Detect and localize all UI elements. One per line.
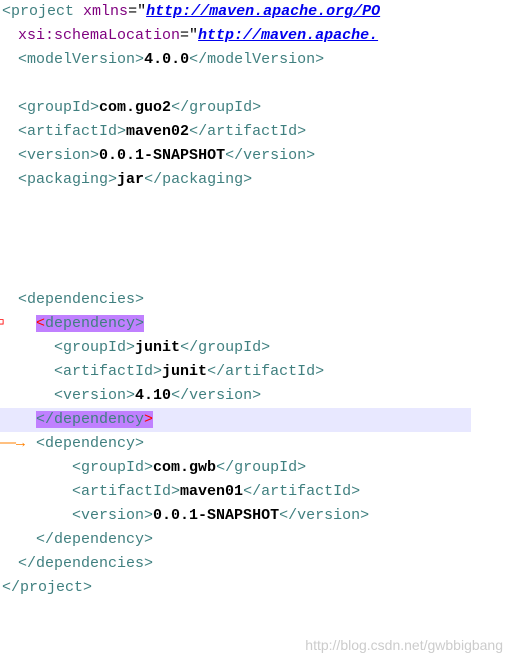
tag-name: packaging [27, 171, 108, 188]
tag-bracket: < [2, 3, 11, 20]
code-line: <modelVersion>4.0.0</modelVersion> [0, 48, 507, 72]
blank-line [0, 264, 507, 288]
code-line: <artifactId>maven01</artifactId> [0, 480, 507, 504]
error-marker-icon: ⊐ [0, 312, 4, 336]
tag-value: 4.10 [135, 387, 171, 404]
tag-name: project [11, 3, 74, 20]
code-line: <groupId>com.guo2</groupId> [0, 96, 507, 120]
code-line: <dependencies> [0, 288, 507, 312]
code-line: <artifactId>junit</artifactId> [0, 360, 507, 384]
highlighted-tag: dependency [45, 315, 135, 332]
tag-name: project [20, 579, 83, 596]
tag-name: dependency [45, 435, 135, 452]
arrow-icon: ――→ [0, 432, 25, 456]
code-line: <artifactId>maven02</artifactId> [0, 120, 507, 144]
code-line: <version>0.0.1-SNAPSHOT</version> [0, 144, 507, 168]
code-line: <version>4.10</version> [0, 384, 507, 408]
tag-value: jar [117, 171, 144, 188]
tag-value: maven02 [126, 123, 189, 140]
tag-value: 0.0.1-SNAPSHOT [99, 147, 225, 164]
tag-name: groupId [27, 99, 90, 116]
tag-name: version [63, 387, 126, 404]
tag-value: com.gwb [153, 459, 216, 476]
tag-value: com.guo2 [99, 99, 171, 116]
tag-value: junit [135, 339, 180, 356]
url-link[interactable]: http://maven.apache. [198, 27, 378, 44]
code-editor: <project xmlns="http://maven.apache.org/… [0, 0, 507, 660]
blank-line [0, 192, 507, 216]
highlighted-tag-close: </ [36, 411, 54, 428]
attr-name: xsi:schemaLocation [18, 27, 180, 44]
tag-name: modelVersion [27, 51, 135, 68]
tag-name: dependencies [36, 555, 144, 572]
tag-name: dependency [54, 531, 144, 548]
tag-value: maven01 [180, 483, 243, 500]
code-line: <packaging>jar</packaging> [0, 168, 507, 192]
tag-name: artifactId [81, 483, 171, 500]
tag-value: junit [162, 363, 207, 380]
tag-value: 4.0.0 [144, 51, 189, 68]
code-line: <groupId>com.gwb</groupId> [0, 456, 507, 480]
code-line: </project> [0, 576, 507, 600]
tag-name: dependencies [27, 291, 135, 308]
tag-name: artifactId [63, 363, 153, 380]
tag-name: groupId [81, 459, 144, 476]
watermark-text: http://blog.csdn.net/gwbbigbang [305, 634, 503, 656]
code-line: xsi:schemaLocation="http://maven.apache. [0, 24, 507, 48]
url-link[interactable]: http://maven.apache.org/PO [146, 3, 380, 20]
tag-value: 0.0.1-SNAPSHOT [153, 507, 279, 524]
code-line: </dependency> [0, 528, 507, 552]
tag-name: version [27, 147, 90, 164]
highlighted-line: </dependency> [0, 408, 471, 432]
code-line: <groupId>junit</groupId> [0, 336, 507, 360]
code-line: <version>0.0.1-SNAPSHOT</version> [0, 504, 507, 528]
highlighted-bracket: < [36, 315, 45, 332]
blank-line [0, 216, 507, 240]
code-line: ――→<dependency> [0, 432, 507, 456]
tag-name: version [81, 507, 144, 524]
tag-name: groupId [63, 339, 126, 356]
code-line: <project xmlns="http://maven.apache.org/… [0, 0, 507, 24]
code-line: ⊐<dependency> [0, 312, 507, 336]
attr-name: xmlns [83, 3, 128, 20]
code-line: </dependencies> [0, 552, 507, 576]
blank-line [0, 72, 507, 96]
tag-name: artifactId [27, 123, 117, 140]
blank-line [0, 240, 507, 264]
